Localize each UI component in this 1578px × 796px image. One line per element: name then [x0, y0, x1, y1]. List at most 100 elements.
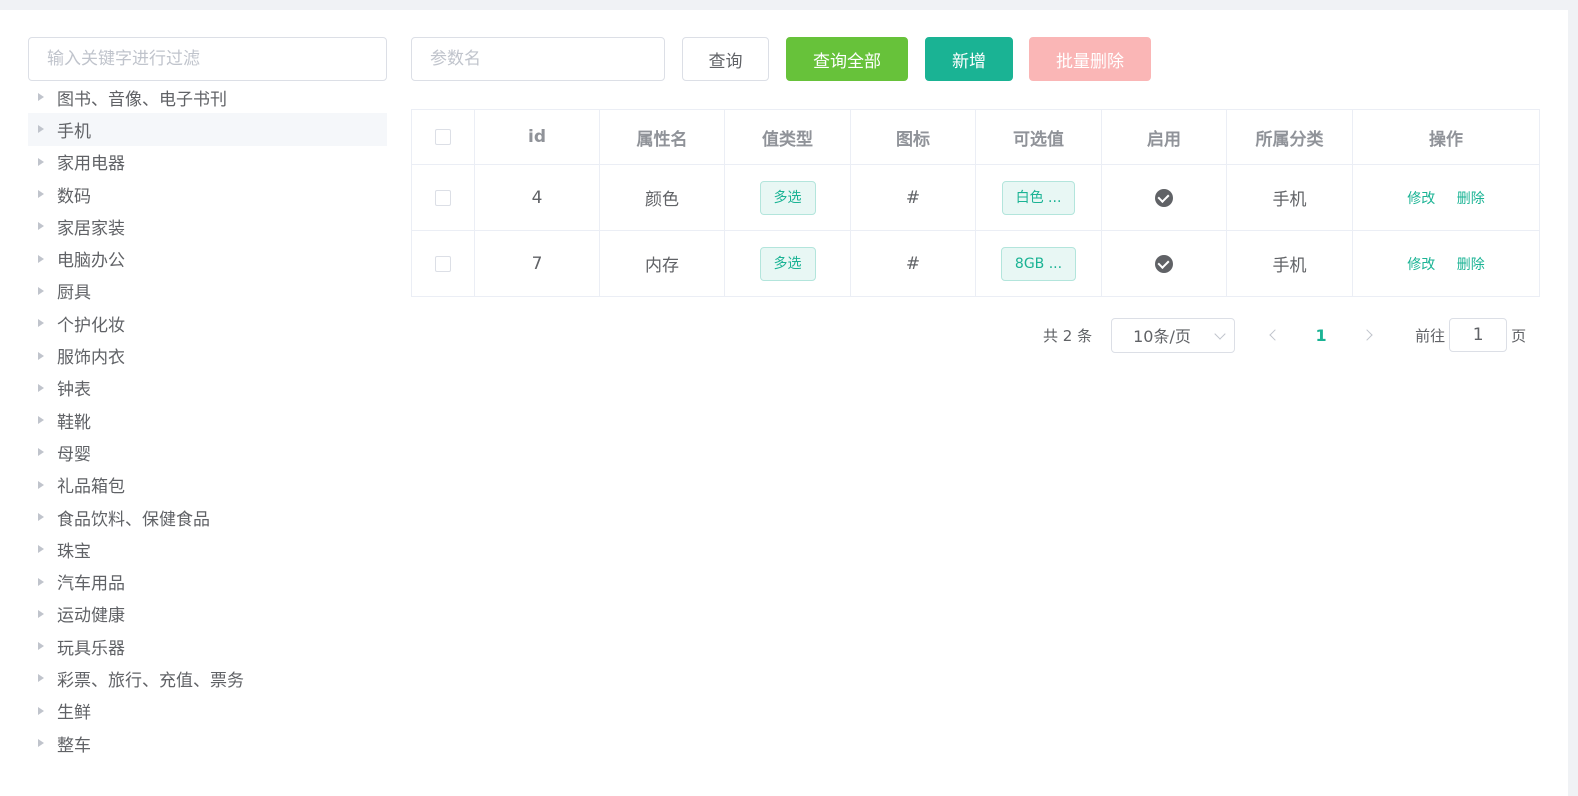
- edit-link[interactable]: 修改: [1407, 191, 1435, 207]
- column-header-actions: 操作: [1352, 109, 1540, 165]
- tree-node[interactable]: 服饰内衣: [28, 339, 387, 371]
- value-type-tag: 多选: [759, 246, 816, 281]
- tree-node-label: 鞋靴: [57, 412, 91, 433]
- caret-right-icon[interactable]: [38, 513, 44, 521]
- attribute-table: id 属性名 值类型 图标 可选值 启用 所属分类 操作 4 颜色 多选 # 白…: [411, 109, 1540, 297]
- prev-page-button[interactable]: [1253, 318, 1293, 352]
- tree-node[interactable]: 彩票、旅行、充值、票务: [28, 662, 387, 694]
- caret-right-icon[interactable]: [38, 254, 44, 263]
- caret-right-icon[interactable]: [38, 480, 44, 489]
- caret-right-icon[interactable]: [38, 319, 44, 328]
- row-checkbox[interactable]: [435, 189, 451, 206]
- cell-actions: 修改 删除: [1352, 230, 1540, 297]
- edit-link[interactable]: 修改: [1407, 257, 1435, 273]
- tree-node-label: 图书、音像、电子书刊: [57, 89, 227, 110]
- tree-node-label: 数码: [57, 186, 91, 207]
- tree-node-label: 厨具: [57, 283, 91, 304]
- cell-enabled: [1101, 230, 1227, 297]
- tree-filter-input[interactable]: [28, 37, 387, 81]
- tree-node[interactable]: 钟表: [28, 372, 387, 404]
- tree-node-label: 手机: [57, 121, 91, 142]
- tree-node-label: 珠宝: [57, 541, 91, 562]
- search-button[interactable]: 查询: [682, 37, 769, 81]
- tree-node[interactable]: 个护化妆: [28, 307, 387, 339]
- tree-node-label: 家居家装: [57, 218, 125, 239]
- tree-node[interactable]: 生鲜: [28, 695, 387, 727]
- caret-right-icon[interactable]: [38, 739, 44, 748]
- caret-right-icon[interactable]: [38, 674, 44, 683]
- page-number-current[interactable]: 1: [1293, 326, 1349, 345]
- tree-node-label: 礼品箱包: [57, 477, 125, 498]
- tree-node-label: 母婴: [57, 444, 91, 465]
- tree-node[interactable]: 家居家装: [28, 210, 387, 242]
- delete-link[interactable]: 删除: [1457, 257, 1485, 273]
- cell-type: 多选: [724, 230, 851, 297]
- option-values-tag: 8GB ...: [1000, 246, 1077, 281]
- tree-node[interactable]: 厨具: [28, 275, 387, 307]
- tree-node[interactable]: 食品饮料、保健食品: [28, 501, 387, 533]
- caret-right-icon[interactable]: [38, 190, 44, 199]
- caret-right-icon[interactable]: [38, 351, 44, 360]
- table-header-row: id 属性名 值类型 图标 可选值 启用 所属分类 操作: [411, 109, 1540, 165]
- tree-node[interactable]: 礼品箱包: [28, 469, 387, 501]
- tree-node[interactable]: 数码: [28, 178, 387, 210]
- select-all-checkbox[interactable]: [435, 129, 451, 145]
- add-button[interactable]: 新增: [925, 37, 1013, 81]
- caret-right-icon[interactable]: [38, 416, 44, 425]
- cell-name: 内存: [599, 230, 725, 297]
- pagination-total: 共 2 条: [1043, 326, 1093, 345]
- tree-node[interactable]: 玩具乐器: [28, 630, 387, 662]
- row-checkbox[interactable]: [435, 255, 451, 272]
- tree-node-label: 整车: [57, 735, 91, 756]
- caret-right-icon[interactable]: [38, 545, 44, 554]
- caret-right-icon[interactable]: [38, 222, 44, 231]
- cell-actions: 修改 删除: [1352, 164, 1540, 231]
- tree-node-current[interactable]: 手机: [28, 113, 387, 146]
- caret-right-icon[interactable]: [38, 609, 44, 618]
- cell-values: 白色 ...: [975, 164, 1102, 231]
- tree-node-label: 食品饮料、保健食品: [57, 509, 210, 530]
- cell-enabled: [1101, 164, 1227, 231]
- cell-id: 4: [474, 164, 600, 231]
- caret-right-icon[interactable]: [38, 383, 44, 392]
- caret-right-icon[interactable]: [38, 93, 44, 102]
- tree-node[interactable]: 图书、音像、电子书刊: [28, 81, 387, 113]
- cell-name: 颜色: [599, 164, 725, 231]
- tree-node[interactable]: 电脑办公: [28, 242, 387, 274]
- caret-right-icon[interactable]: [38, 642, 44, 651]
- caret-right-icon[interactable]: [38, 125, 44, 134]
- search-all-button[interactable]: 查询全部: [786, 37, 908, 81]
- caret-right-icon[interactable]: [38, 448, 44, 457]
- cell-icon: #: [850, 230, 976, 297]
- tree-node-label: 服饰内衣: [57, 348, 125, 369]
- column-header-id: id: [474, 109, 600, 165]
- category-tree: 图书、音像、电子书刊 手机 家用电器 数码 家居家装 电脑办公 厨具 个护化妆 …: [28, 81, 387, 759]
- caret-right-icon[interactable]: [38, 157, 44, 166]
- tree-node-label: 彩票、旅行、充值、票务: [57, 670, 244, 691]
- column-header-icon: 图标: [850, 109, 976, 165]
- batch-delete-button[interactable]: 批量删除: [1029, 37, 1151, 81]
- tree-node[interactable]: 汽车用品: [28, 565, 387, 597]
- caret-right-icon[interactable]: [38, 286, 44, 295]
- pagination: 共 2 条 10条/页 1 前往 页: [1043, 317, 1526, 353]
- caret-right-icon[interactable]: [38, 706, 44, 715]
- tree-node[interactable]: 珠宝: [28, 533, 387, 565]
- column-header-type: 值类型: [724, 109, 851, 165]
- tree-node[interactable]: 整车: [28, 727, 387, 759]
- tree-node-label: 汽车用品: [57, 574, 125, 595]
- tree-node[interactable]: 家用电器: [28, 146, 387, 178]
- page-size-select[interactable]: 10条/页: [1111, 317, 1236, 353]
- next-page-button[interactable]: [1349, 318, 1389, 352]
- value-type-tag: 多选: [759, 180, 816, 215]
- delete-link[interactable]: 删除: [1457, 191, 1485, 207]
- goto-page-input[interactable]: [1449, 318, 1508, 352]
- tree-node[interactable]: 运动健康: [28, 598, 387, 630]
- page-size-value: 10条/页: [1133, 327, 1191, 346]
- caret-right-icon[interactable]: [38, 577, 44, 586]
- param-name-input[interactable]: [411, 37, 665, 81]
- column-header-enabled: 启用: [1101, 109, 1227, 165]
- tree-node-label: 钟表: [57, 380, 91, 401]
- goto-label: 前往: [1415, 326, 1446, 345]
- tree-node[interactable]: 母婴: [28, 436, 387, 468]
- tree-node[interactable]: 鞋靴: [28, 404, 387, 436]
